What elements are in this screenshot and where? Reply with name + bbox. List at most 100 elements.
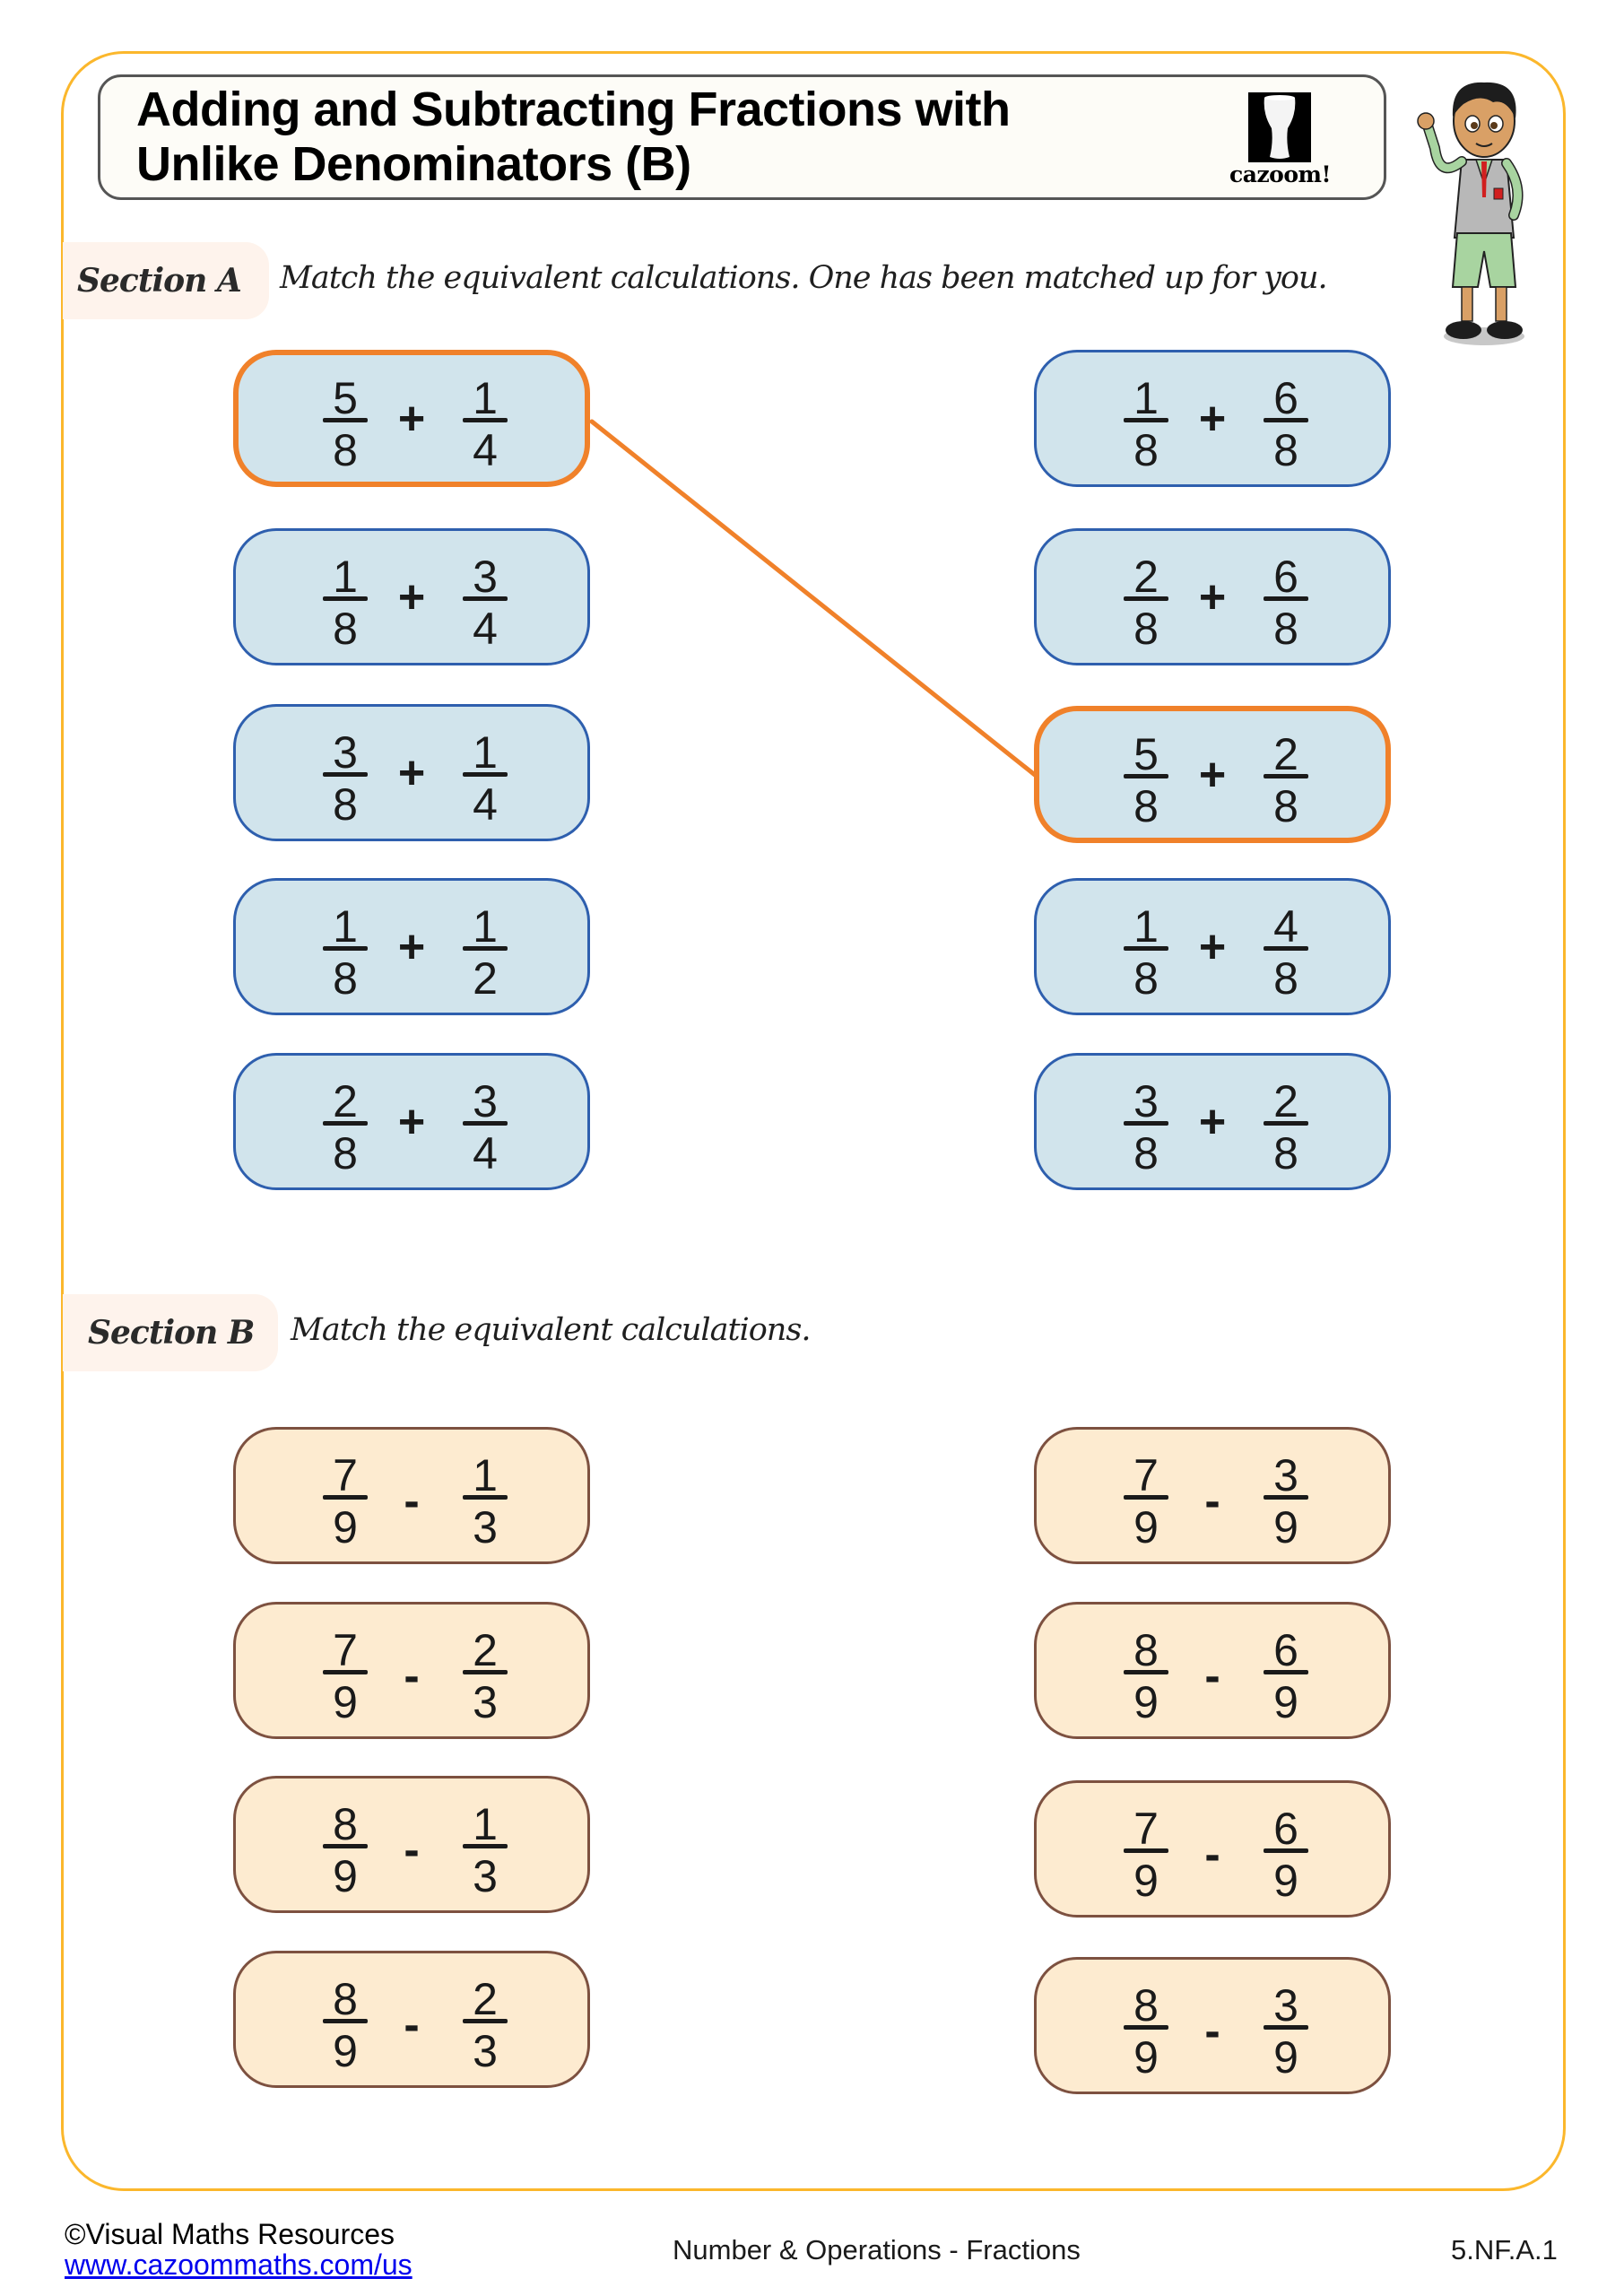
plus-sign: +: [1198, 921, 1227, 973]
denominator: 8: [1273, 425, 1298, 475]
fraction-bar: [323, 1844, 368, 1848]
section-a-right-card[interactable]: 1 8 +6 8: [1034, 350, 1391, 487]
numerator: 8: [333, 1974, 358, 2024]
numerator: 5: [333, 373, 358, 423]
denominator: 3: [473, 2026, 498, 2076]
section-a-left-card[interactable]: 5 8 +1 4: [233, 350, 590, 487]
section-b-left-card[interactable]: 89- 23: [233, 1951, 590, 2088]
fraction: 89: [1119, 1960, 1173, 2092]
fraction-bar: [323, 418, 368, 422]
fraction-bar: [463, 1844, 508, 1848]
fraction-bar: [1124, 1848, 1168, 1853]
fraction-bar: [323, 1670, 368, 1674]
fraction-bar: [1264, 418, 1308, 422]
fraction: 23: [458, 1605, 512, 1736]
fraction: 79: [1119, 1430, 1173, 1561]
minus-sign: -: [1204, 1650, 1220, 1702]
minus-sign: -: [404, 1475, 420, 1527]
section-b-left-card[interactable]: 79-23: [233, 1602, 590, 1739]
denominator: 9: [1273, 1856, 1298, 1906]
fraction: 38: [1119, 1056, 1173, 1187]
footer-copyright: ©Visual Maths Resources: [65, 2218, 395, 2250]
section-a-right-card[interactable]: 2 8 +6 8: [1034, 528, 1391, 665]
plus-sign: +: [1198, 571, 1227, 623]
fraction-bar: [463, 418, 508, 422]
numerator: 1: [473, 901, 498, 952]
section-b-right-card[interactable]: 79-39: [1034, 1427, 1391, 1564]
denominator: 8: [333, 779, 358, 830]
fraction-bar: [463, 596, 508, 601]
denominator: 3: [473, 1851, 498, 1901]
numerator: 7: [333, 1450, 358, 1500]
denominator: 8: [1133, 953, 1159, 1004]
section-a-left-card[interactable]: 1 8 +1 2: [233, 878, 590, 1015]
denominator: 9: [1273, 1502, 1298, 1552]
section-a-instruction: Match the equivalent calculations. One h…: [280, 260, 1328, 296]
fraction-bar: [463, 946, 508, 951]
fraction: 13: [458, 1779, 512, 1910]
fraction: 79: [318, 1430, 372, 1561]
numerator: 8: [1133, 1980, 1159, 2031]
title-line-2: Unlike Denominators (B): [136, 137, 691, 191]
numerator: 1: [1133, 373, 1159, 423]
numerator: 7: [333, 1625, 358, 1675]
section-b-left-card[interactable]: 79-13: [233, 1427, 590, 1564]
fraction-bar: [1124, 1121, 1168, 1126]
minus-sign: -: [1204, 1829, 1220, 1881]
section-a-left-card[interactable]: 3 8 +1 4: [233, 704, 590, 841]
footer-website-link[interactable]: www.cazoommaths.com/us: [65, 2249, 413, 2280]
numerator: 6: [1273, 552, 1298, 602]
plus-sign: +: [397, 571, 426, 623]
denominator: 9: [1133, 2032, 1159, 2083]
section-a-right-card[interactable]: 1 8 +4 8: [1034, 878, 1391, 1015]
fraction: 89: [1119, 1605, 1173, 1736]
denominator: 8: [333, 604, 358, 654]
numerator: 6: [1273, 1625, 1298, 1675]
numerator: 1: [473, 373, 498, 423]
plus-sign: +: [397, 393, 426, 445]
fraction-bar: [1124, 596, 1168, 601]
numerator: 8: [1133, 1625, 1159, 1675]
fraction: 18: [1119, 352, 1173, 484]
footer-copyright-block: ©Visual Maths Resources www.cazoommaths.…: [65, 2219, 413, 2280]
section-b-right-card[interactable]: 89-39: [1034, 1957, 1391, 2094]
fraction: 58: [1119, 711, 1173, 838]
boy-mascot-icon: [1417, 82, 1524, 345]
fraction-bar: [1264, 1495, 1308, 1500]
fraction-bar: [1264, 946, 1308, 951]
denominator: 8: [1273, 781, 1298, 831]
minus-sign: -: [404, 1999, 420, 2051]
section-b-instruction: Match the equivalent calculations.: [291, 1312, 811, 1348]
numerator: 1: [333, 552, 358, 602]
fraction-bar: [1124, 1495, 1168, 1500]
numerator: 1: [473, 727, 498, 778]
numerator: 2: [473, 1974, 498, 2024]
minus-sign: -: [404, 1824, 420, 1876]
cazoom-logo: cazoom!: [1220, 90, 1341, 188]
section-b-right-card[interactable]: 89-69: [1034, 1602, 1391, 1739]
numerator: 6: [1273, 1804, 1298, 1854]
denominator: 8: [1133, 781, 1159, 831]
section-b-left-card[interactable]: 89-13: [233, 1776, 590, 1913]
section-a-right-card[interactable]: 5 8 +2 8: [1034, 706, 1391, 843]
section-a-left-card[interactable]: 1 8 +3 4: [233, 528, 590, 665]
section-a-right-card[interactable]: 3 8 +2 8: [1034, 1053, 1391, 1190]
numerator: 6: [1273, 373, 1298, 423]
fraction-bar: [1264, 1848, 1308, 1853]
fraction: 18: [318, 531, 372, 663]
denominator: 2: [473, 953, 498, 1004]
fraction-bar: [323, 2019, 368, 2023]
section-a-left-card[interactable]: 2 8 +3 4: [233, 1053, 590, 1190]
denominator: 9: [333, 2026, 358, 2076]
section-a-label: Section A: [63, 242, 269, 319]
denominator: 8: [1133, 425, 1159, 475]
denominator: 9: [1273, 2032, 1298, 2083]
fraction: 39: [1259, 1960, 1313, 2092]
fraction: 28: [318, 1056, 372, 1187]
section-b-right-card[interactable]: 79-69: [1034, 1780, 1391, 1918]
fraction-bar: [1264, 1670, 1308, 1674]
fraction: 58: [318, 355, 372, 482]
fraction-bar: [463, 2019, 508, 2023]
numerator: 8: [333, 1799, 358, 1849]
plus-sign: +: [1198, 1096, 1227, 1148]
